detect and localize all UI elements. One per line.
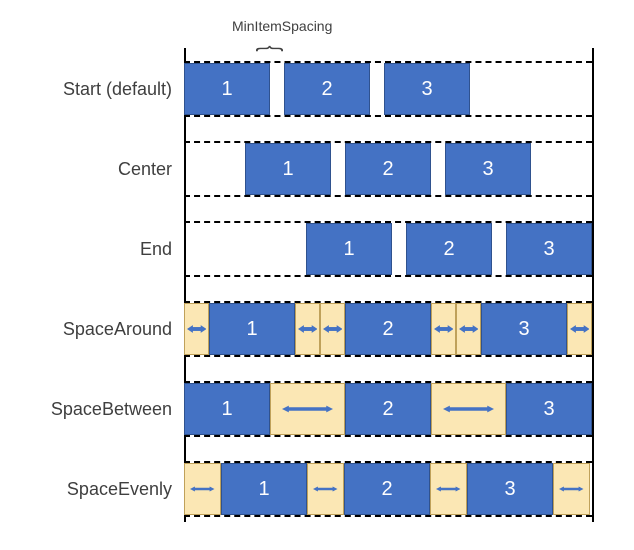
row-track: 1 2 3 xyxy=(184,381,592,437)
layout-item: 2 xyxy=(345,383,431,435)
space-slot-half xyxy=(567,303,592,355)
layout-item: 2 xyxy=(284,63,370,115)
row-track: 1 2 3 xyxy=(184,221,592,277)
row-track: 1 2 3 xyxy=(184,461,592,517)
space-slot xyxy=(430,463,467,515)
layout-item: 3 xyxy=(384,63,470,115)
layout-justify-diagram: MinItemSpacing } Start (default) 1 2 3 C… xyxy=(14,20,620,528)
space-slot xyxy=(270,383,345,435)
layout-item: 3 xyxy=(506,383,592,435)
row-spacebetween: SpaceBetween 1 2 3 xyxy=(14,370,620,448)
space-slot xyxy=(307,463,344,515)
row-label: Start (default) xyxy=(14,79,184,100)
row-label: End xyxy=(14,239,184,260)
vertical-rail-right xyxy=(592,48,594,522)
space-slot xyxy=(431,383,506,435)
row-center: Center 1 2 3 xyxy=(14,130,620,208)
row-track: 1 2 3 xyxy=(184,61,592,117)
layout-item: 1 xyxy=(184,383,270,435)
row-spacearound: SpaceAround 1 2 3 xyxy=(14,290,620,368)
space-slot-half xyxy=(295,303,320,355)
row-label: SpaceEvenly xyxy=(14,479,184,500)
space-slot-half xyxy=(320,303,345,355)
row-start: Start (default) 1 2 3 xyxy=(14,50,620,128)
layout-item: 2 xyxy=(345,303,431,355)
row-label: SpaceAround xyxy=(14,319,184,340)
diagram-rows: Start (default) 1 2 3 Center 1 2 3 End xyxy=(14,20,620,528)
layout-item: 2 xyxy=(345,143,431,195)
row-label: SpaceBetween xyxy=(14,399,184,420)
space-slot-half xyxy=(184,303,209,355)
row-end: End 1 2 3 xyxy=(14,210,620,288)
layout-item: 1 xyxy=(209,303,295,355)
row-spaceevenly: SpaceEvenly 1 2 3 xyxy=(14,450,620,528)
layout-item: 2 xyxy=(344,463,430,515)
vertical-rail-left xyxy=(184,48,186,522)
layout-item: 3 xyxy=(467,463,553,515)
row-track: 1 2 3 xyxy=(184,141,592,197)
space-slot xyxy=(184,463,221,515)
layout-item: 1 xyxy=(245,143,331,195)
space-slot-half xyxy=(431,303,456,355)
row-label: Center xyxy=(14,159,184,180)
space-slot-half xyxy=(456,303,481,355)
layout-item: 3 xyxy=(445,143,531,195)
layout-item: 3 xyxy=(481,303,567,355)
layout-item: 3 xyxy=(506,223,592,275)
layout-item: 1 xyxy=(184,63,270,115)
layout-item: 1 xyxy=(221,463,307,515)
row-track: 1 2 3 xyxy=(184,301,592,357)
layout-item: 2 xyxy=(406,223,492,275)
space-slot xyxy=(553,463,590,515)
layout-item: 1 xyxy=(306,223,392,275)
